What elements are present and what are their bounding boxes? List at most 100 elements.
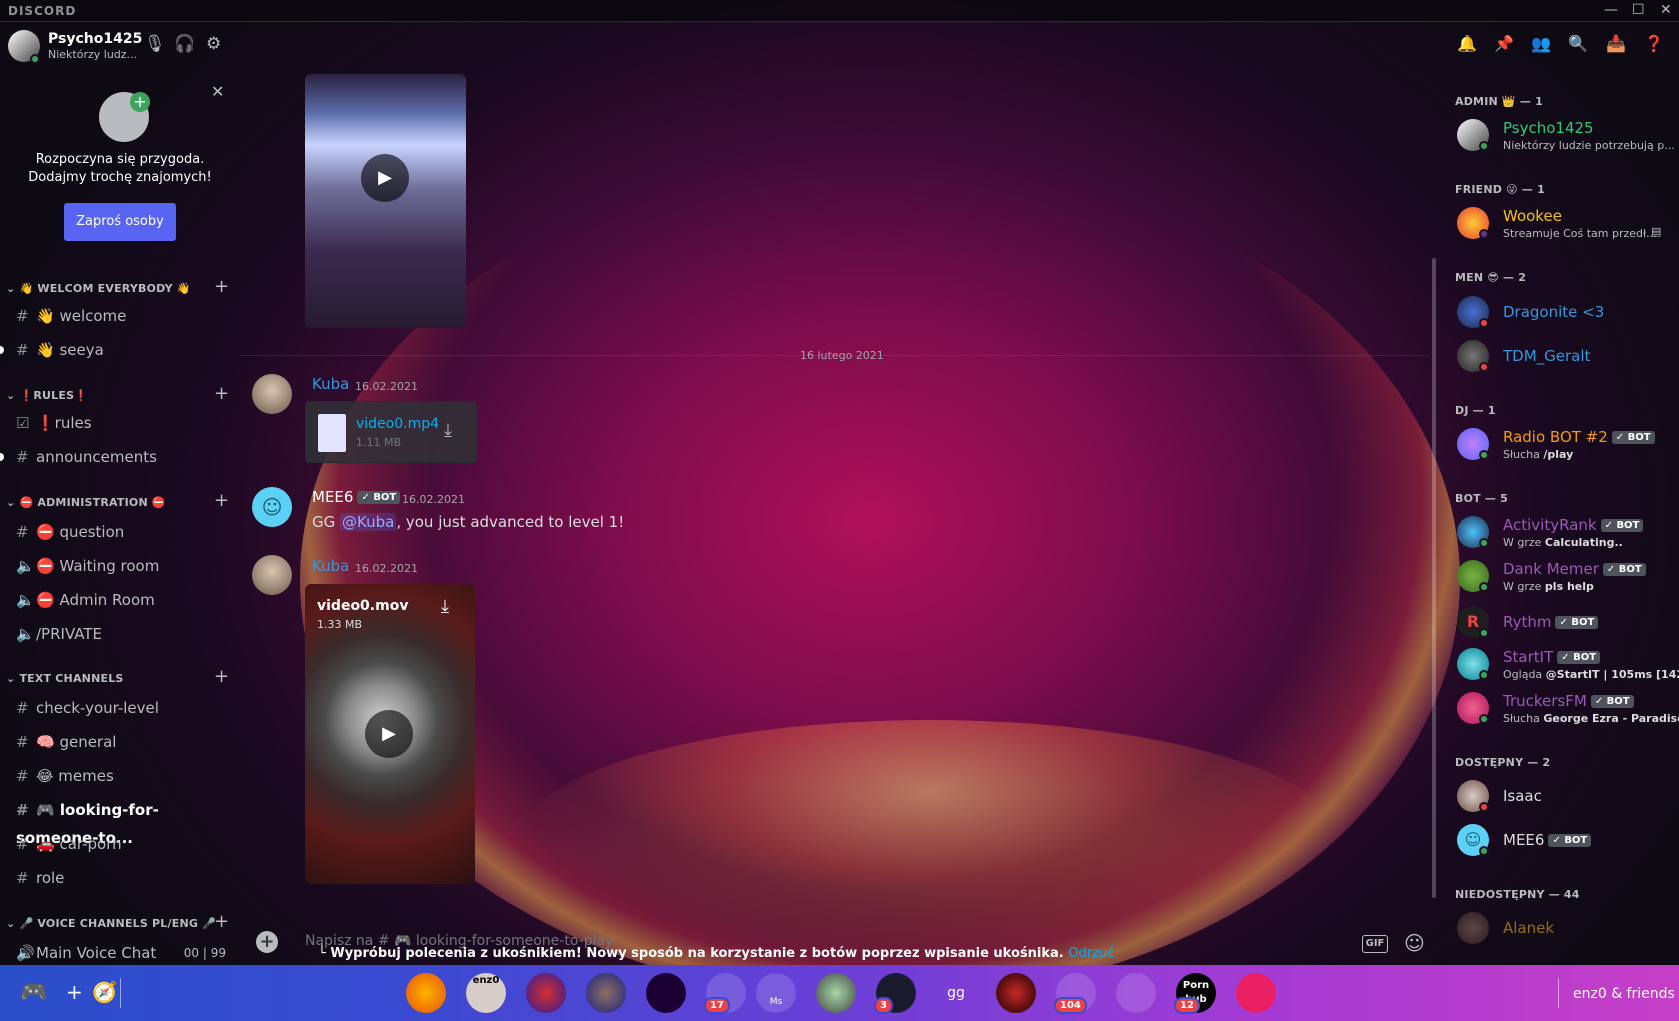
- message-author[interactable]: Kuba: [312, 375, 349, 393]
- explore-servers-icon[interactable]: 🧭: [92, 980, 117, 1004]
- close-invite-icon[interactable]: ✕: [211, 82, 224, 101]
- member-rythm[interactable]: R Rythm ✓ BOT: [1457, 602, 1667, 644]
- server-icon-enz0[interactable]: enz0: [466, 973, 506, 1013]
- server-icon-league[interactable]: [586, 973, 626, 1013]
- category-rules[interactable]: ⌄ ❗RULES❗: [6, 389, 88, 402]
- close-window-icon[interactable]: ✕: [1660, 2, 1672, 18]
- channel-seeya[interactable]: # 👋 seeya: [16, 336, 236, 364]
- pin-icon[interactable]: 📌: [1494, 34, 1514, 53]
- server-icon-5[interactable]: [646, 973, 686, 1013]
- mee6-avatar[interactable]: ☺: [252, 487, 292, 527]
- microphone-icon[interactable]: 🎙: [144, 34, 166, 54]
- minimize-icon[interactable]: —: [1604, 2, 1618, 18]
- add-channel-icon[interactable]: +: [214, 911, 229, 932]
- member-truckersfm[interactable]: TruckersFM ✓ BOT Słucha George Ezra - Par…: [1457, 690, 1679, 732]
- channel-welcome[interactable]: # 👋 welcome: [16, 302, 236, 330]
- add-channel-icon[interactable]: +: [214, 276, 229, 297]
- attach-plus-icon[interactable]: +: [256, 931, 278, 953]
- settings-gear-icon[interactable]: ⚙: [206, 34, 221, 54]
- headphones-icon[interactable]: 🎧: [174, 34, 195, 54]
- channel-general[interactable]: # 🧠 general: [16, 728, 236, 756]
- member-mee6[interactable]: ☺ MEE6 ✓ BOT: [1457, 820, 1667, 862]
- online-status-icon: [1479, 670, 1489, 680]
- server-folder-icon-3[interactable]: [1116, 973, 1156, 1013]
- member-alanek[interactable]: Alanek: [1457, 908, 1667, 950]
- channel-role[interactable]: # role: [16, 864, 236, 892]
- voice-channel-waiting-room[interactable]: 🔈⛔ Waiting room: [16, 552, 236, 580]
- server-icon-3[interactable]: [526, 973, 566, 1013]
- member-startit[interactable]: StartIT ✓ BOT Ogląda @StartIT | 105ms [14…: [1457, 646, 1679, 688]
- add-channel-icon[interactable]: +: [214, 490, 229, 511]
- member-wookee[interactable]: Wookee Streamuje Coś tam przedł... ▤: [1457, 205, 1667, 247]
- server-icon-1[interactable]: [406, 973, 446, 1013]
- member-list-icon[interactable]: 👥: [1531, 34, 1551, 53]
- channel-question[interactable]: # ⛔ question: [16, 518, 236, 546]
- member-avatar: [1457, 912, 1489, 944]
- server-icon-8[interactable]: [816, 973, 856, 1013]
- channel-rules[interactable]: ☑ ❗rules: [16, 409, 236, 437]
- server-folder-icon-ms[interactable]: Ms: [756, 973, 796, 1013]
- member-tdm-geralt[interactable]: TDM_Geralt: [1457, 336, 1667, 378]
- voice-channel-main[interactable]: 🔊Main Voice Chat 00 | 99: [16, 939, 236, 967]
- online-status-icon: [1479, 450, 1489, 460]
- invite-people-button[interactable]: Zaproś osoby: [64, 203, 176, 241]
- channel-check-your-level[interactable]: # check-your-level: [16, 694, 236, 722]
- member-group-friend: FRIEND 😜 — 1: [1455, 183, 1545, 196]
- category-administration[interactable]: ⌄ ⛔ ADMINISTRATION ⛔: [6, 496, 166, 509]
- discord-home-icon[interactable]: 🎮: [20, 980, 47, 1005]
- server-icon-15[interactable]: [1236, 973, 1276, 1013]
- add-channel-icon[interactable]: +: [214, 383, 229, 404]
- search-icon[interactable]: 🔍: [1568, 34, 1588, 53]
- channel-car-porn[interactable]: # 🚗 car-porn: [16, 830, 236, 858]
- emoji-icon[interactable]: ☺: [1404, 931, 1425, 955]
- current-server-name[interactable]: enz0 & friends: [1573, 986, 1675, 1002]
- kuba-avatar[interactable]: [252, 374, 292, 414]
- online-status-icon: [1479, 141, 1489, 151]
- add-server-icon[interactable]: +: [66, 980, 83, 1004]
- download-icon[interactable]: ⤓: [441, 596, 449, 617]
- inbox-icon[interactable]: 📥: [1606, 34, 1626, 53]
- help-icon[interactable]: ❓: [1644, 34, 1664, 53]
- server-icon-11[interactable]: [996, 973, 1036, 1013]
- play-icon[interactable]: ▶: [365, 710, 413, 758]
- dnd-status-icon: [1479, 362, 1489, 372]
- user-mention[interactable]: @Kuba: [340, 513, 397, 531]
- server-icon-gg[interactable]: gg: [936, 973, 976, 1013]
- notification-bell-icon[interactable]: 🔔: [1457, 34, 1477, 53]
- category-text-channels[interactable]: ⌄ TEXT CHANNELS: [6, 672, 124, 685]
- voice-channel-admin-room[interactable]: 🔈⛔ Admin Room: [16, 586, 236, 614]
- gif-button[interactable]: GIF: [1362, 935, 1388, 953]
- member-dank-memer[interactable]: Dank Memer ✓ BOT W grze pls help: [1457, 558, 1667, 600]
- voice-channel-icon: 🔊: [16, 944, 35, 962]
- channel-announcements[interactable]: # announcements: [16, 443, 236, 471]
- message-author[interactable]: MEE6 ✓ BOT: [312, 488, 401, 506]
- member-radio-bot[interactable]: Radio BOT #2 ✓ BOT Słucha /play: [1457, 426, 1667, 468]
- maximize-icon[interactable]: ☐: [1632, 2, 1645, 18]
- member-dragonite[interactable]: Dragonite <3: [1457, 292, 1667, 334]
- download-icon[interactable]: ⤓: [444, 420, 452, 441]
- play-icon[interactable]: ▶: [361, 154, 409, 202]
- file-name-link[interactable]: video0.mp4: [356, 416, 439, 432]
- text-channel-icon: #: [16, 699, 29, 717]
- message-author[interactable]: Kuba: [312, 557, 349, 575]
- date-divider-label: 16 lutego 2021: [800, 349, 884, 362]
- chat-scrollbar[interactable]: [1432, 258, 1436, 898]
- dismiss-tip-link[interactable]: Odrzuć: [1068, 946, 1114, 961]
- video-embed-laptop[interactable]: ▶: [305, 74, 466, 328]
- kuba-avatar[interactable]: [252, 555, 292, 595]
- category-voice-channels[interactable]: ⌄ 🎤 VOICE CHANNELS PL/ENG 🎤: [6, 917, 216, 930]
- member-activityrank[interactable]: ActivityRank ✓ BOT W grze Calculating..: [1457, 514, 1667, 556]
- taskbar-separator: [1558, 978, 1559, 1008]
- channel-looking-for-someone[interactable]: # 🎮 looking-for-someone-to...: [16, 796, 236, 847]
- user-panel: Psycho1425 Niektórzy ludz... 🎙 🎧 ⚙: [0, 22, 240, 70]
- text-channel-icon: #: [16, 767, 29, 785]
- file-attachment: video0.mp4 1.11 MB ⤓: [305, 401, 477, 463]
- channel-memes[interactable]: # 😂 memes: [16, 762, 236, 790]
- member-psycho1425[interactable]: Psycho1425 Niektórzy ludzie potrzebują p…: [1457, 117, 1675, 159]
- add-channel-icon[interactable]: +: [214, 666, 229, 687]
- video-embed-can[interactable]: video0.mov 1.33 MB ⤓ ▶: [305, 584, 475, 884]
- category-welcome[interactable]: ⌄ 👋 WELCOM EVERYBODY 👋: [6, 282, 191, 295]
- member-isaac[interactable]: Isaac: [1457, 776, 1667, 818]
- notification-badge: 17: [704, 997, 730, 1014]
- voice-channel-private[interactable]: 🔈/PRIVATE: [16, 620, 236, 648]
